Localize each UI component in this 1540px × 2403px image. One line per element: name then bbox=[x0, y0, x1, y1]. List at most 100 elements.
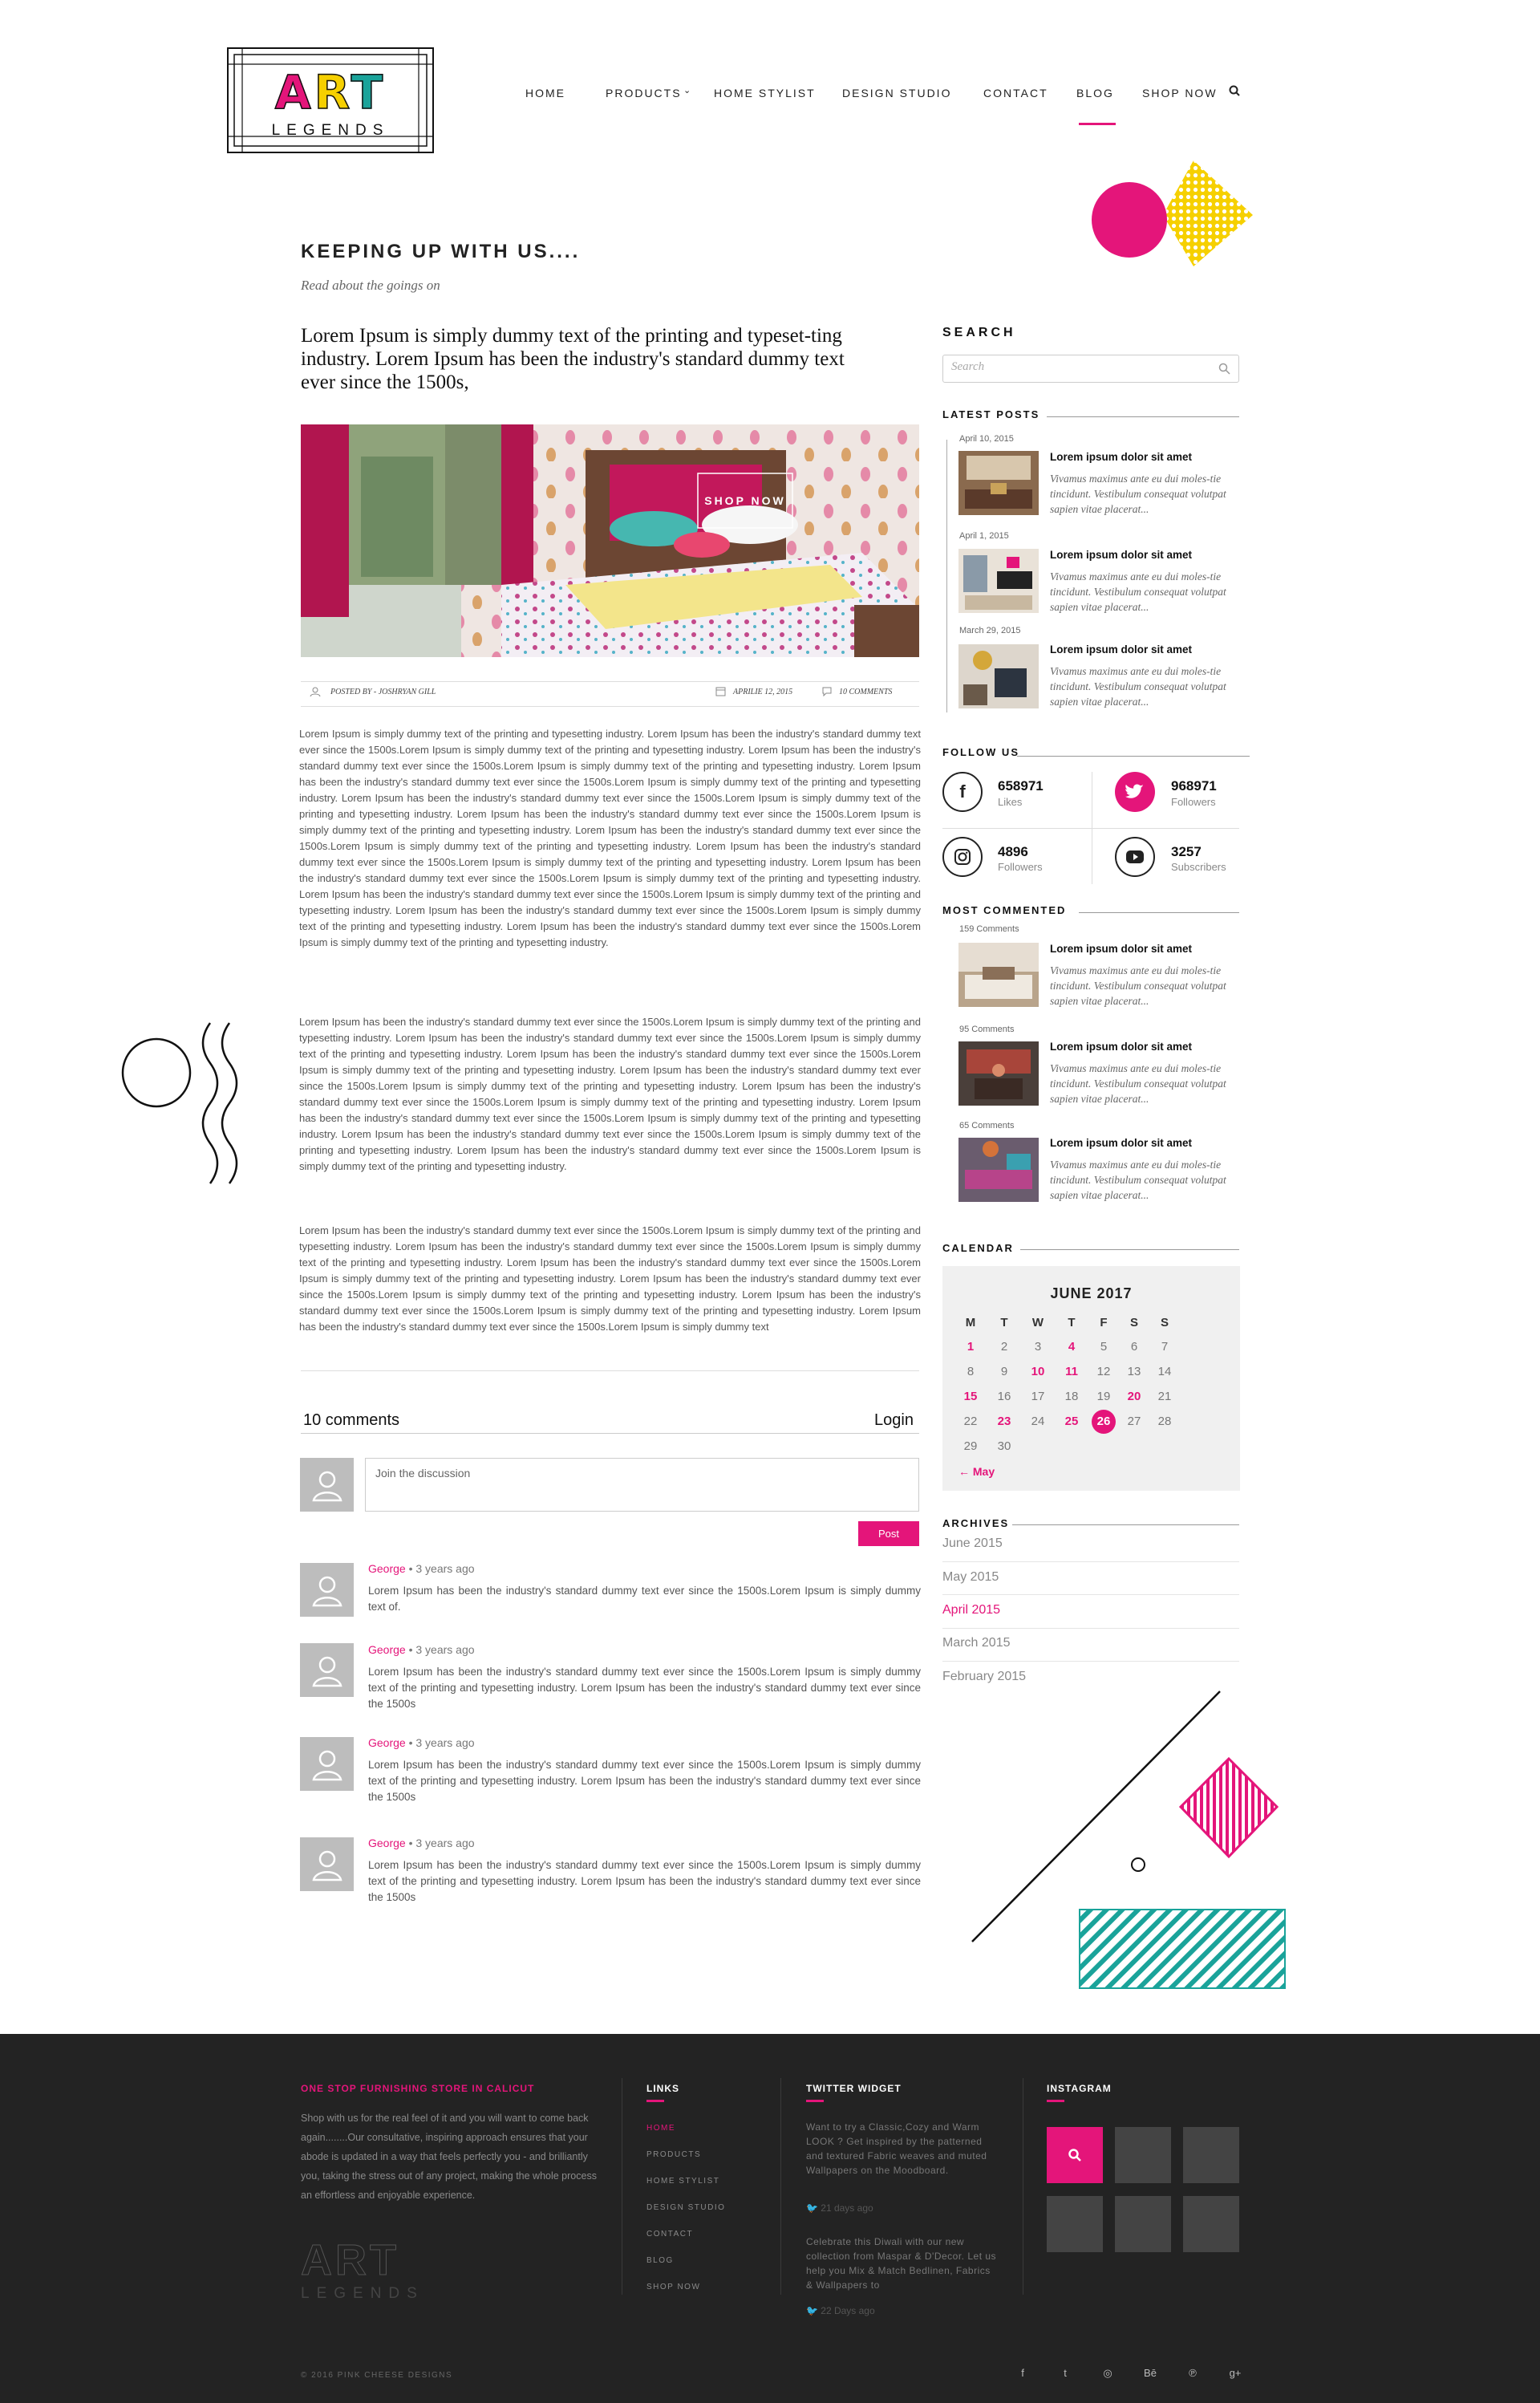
instagram-thumbnail[interactable] bbox=[1115, 2196, 1171, 2252]
instagram-thumbnail[interactable] bbox=[1047, 2196, 1103, 2252]
avatar bbox=[300, 1458, 354, 1512]
footer-link-blog[interactable]: BLOG bbox=[646, 2256, 674, 2265]
nav-products[interactable]: PRODUCTS bbox=[606, 87, 682, 99]
calendar-day[interactable]: 5 bbox=[1092, 1340, 1116, 1354]
comment-author[interactable]: George bbox=[368, 1736, 406, 1749]
meta-divider-bottom bbox=[301, 706, 919, 707]
youtube-icon[interactable] bbox=[1115, 837, 1155, 877]
calendar-day[interactable]: 2 bbox=[992, 1340, 1016, 1354]
calendar-day[interactable]: 15 bbox=[958, 1390, 983, 1403]
instagram-thumbnail[interactable] bbox=[1115, 2127, 1171, 2183]
post-thumbnail[interactable] bbox=[958, 549, 1039, 613]
post-title[interactable]: Lorem ipsum dolor sit amet bbox=[1050, 643, 1192, 656]
comment-author[interactable]: George bbox=[368, 1837, 406, 1849]
calendar-day[interactable]: 9 bbox=[992, 1365, 1016, 1378]
comment-input[interactable]: Join the discussion bbox=[365, 1458, 919, 1512]
post-thumbnail[interactable] bbox=[958, 1041, 1039, 1106]
twitter-icon[interactable]: t bbox=[1057, 2367, 1073, 2379]
twitter-icon[interactable] bbox=[1115, 772, 1155, 812]
archive-link[interactable]: March 2015 bbox=[942, 1636, 1011, 1650]
calendar-day[interactable]: 6 bbox=[1122, 1340, 1146, 1354]
nav-home[interactable]: HOME bbox=[525, 87, 565, 99]
nav-design-studio[interactable]: DESIGN STUDIO bbox=[842, 87, 951, 99]
post-title[interactable]: Lorem ipsum dolor sit amet bbox=[1050, 451, 1192, 463]
footer-link-products[interactable]: PRODUCTS bbox=[646, 2150, 701, 2159]
article-paragraph: Lorem Ipsum has been the industry's stan… bbox=[299, 1224, 921, 1333]
facebook-icon[interactable]: f bbox=[1015, 2367, 1031, 2379]
calendar-weekday: T bbox=[1068, 1316, 1076, 1329]
calendar-day[interactable]: 20 bbox=[1122, 1390, 1146, 1403]
calendar-day[interactable]: 10 bbox=[1026, 1365, 1050, 1378]
calendar-day[interactable]: 3 bbox=[1026, 1340, 1050, 1354]
pinterest-icon[interactable]: ℗ bbox=[1185, 2367, 1201, 2379]
comment-author[interactable]: George bbox=[368, 1643, 406, 1656]
instagram-thumbnail[interactable] bbox=[1183, 2127, 1239, 2183]
instagram-thumbnail[interactable] bbox=[1183, 2196, 1239, 2252]
chevron-down-icon[interactable]: ⌄ bbox=[683, 85, 691, 95]
post-title[interactable]: Lorem ipsum dolor sit amet bbox=[1050, 549, 1192, 561]
comment-author[interactable]: George bbox=[368, 1562, 406, 1575]
nav-shop-now[interactable]: SHOP NOW bbox=[1142, 87, 1218, 99]
calendar-day[interactable]: 7 bbox=[1153, 1340, 1177, 1354]
google-plus-icon[interactable]: g+ bbox=[1227, 2367, 1243, 2379]
post-thumbnail[interactable] bbox=[958, 943, 1039, 1007]
comment-meta: George • 3 years ago bbox=[368, 1837, 475, 1849]
calendar-day[interactable]: 12 bbox=[1092, 1365, 1116, 1378]
instagram-icon[interactable] bbox=[942, 837, 983, 877]
archive-link[interactable]: May 2015 bbox=[942, 1570, 999, 1585]
calendar-day[interactable]: 16 bbox=[992, 1390, 1016, 1403]
post-thumbnail[interactable] bbox=[958, 644, 1039, 708]
calendar-day[interactable]: 23 bbox=[992, 1415, 1016, 1428]
calendar-prev-month[interactable]: ← May bbox=[958, 1465, 995, 1478]
footer-link-shop-now[interactable]: SHOP NOW bbox=[646, 2283, 700, 2291]
calendar-day[interactable]: 19 bbox=[1092, 1390, 1116, 1403]
calendar-day[interactable]: 21 bbox=[1153, 1390, 1177, 1403]
post-thumbnail[interactable] bbox=[958, 451, 1039, 515]
calendar-day[interactable]: 30 bbox=[992, 1439, 1016, 1453]
calendar-day[interactable]: 29 bbox=[958, 1439, 983, 1453]
nav-blog[interactable]: BLOG bbox=[1076, 87, 1114, 99]
calendar-day[interactable]: 13 bbox=[1122, 1365, 1146, 1378]
footer-link-contact[interactable]: CONTACT bbox=[646, 2230, 693, 2239]
post-title[interactable]: Lorem ipsum dolor sit amet bbox=[1050, 943, 1192, 955]
archive-link[interactable]: February 2015 bbox=[942, 1670, 1026, 1684]
post-title[interactable]: Lorem ipsum dolor sit amet bbox=[1050, 1041, 1192, 1053]
footer-link-home-stylist[interactable]: HOME STYLIST bbox=[646, 2177, 719, 2186]
search-input[interactable]: Search bbox=[942, 355, 1239, 383]
calendar-day[interactable]: 28 bbox=[1153, 1415, 1177, 1428]
archive-link[interactable]: April 2015 bbox=[942, 1603, 1000, 1618]
calendar-day[interactable]: 22 bbox=[958, 1415, 983, 1428]
comment-time: • 3 years ago bbox=[405, 1562, 475, 1575]
calendar-day[interactable]: 24 bbox=[1026, 1415, 1050, 1428]
calendar-day[interactable]: 11 bbox=[1060, 1365, 1084, 1378]
calendar-day[interactable]: 8 bbox=[958, 1365, 983, 1378]
calendar-day[interactable]: 14 bbox=[1153, 1365, 1177, 1378]
calendar-day[interactable]: 27 bbox=[1122, 1415, 1146, 1428]
search-icon[interactable] bbox=[1218, 363, 1230, 379]
post-thumbnail[interactable] bbox=[958, 1138, 1039, 1202]
calendar-day[interactable]: 1 bbox=[958, 1340, 983, 1354]
twitter-count: 968971 bbox=[1171, 778, 1217, 794]
calendar-day[interactable]: 26 bbox=[1092, 1410, 1116, 1434]
nav-contact[interactable]: CONTACT bbox=[983, 87, 1048, 99]
behance-icon[interactable]: Bē bbox=[1142, 2367, 1158, 2379]
footer-link-design-studio[interactable]: DESIGN STUDIO bbox=[646, 2203, 725, 2212]
calendar-day[interactable]: 18 bbox=[1060, 1390, 1084, 1403]
archive-link[interactable]: June 2015 bbox=[942, 1536, 1003, 1551]
search-icon[interactable] bbox=[1229, 85, 1240, 100]
login-link[interactable]: Login bbox=[874, 1411, 914, 1430]
instagram-thumbnail[interactable] bbox=[1047, 2127, 1103, 2183]
calendar-day[interactable]: 17 bbox=[1026, 1390, 1050, 1403]
calendar-day[interactable]: 4 bbox=[1060, 1340, 1084, 1354]
footer-link-home[interactable]: HOME bbox=[646, 2124, 675, 2133]
dribbble-icon[interactable]: ◎ bbox=[1100, 2367, 1116, 2380]
post-comment-button[interactable]: Post bbox=[858, 1521, 919, 1546]
footer-logo[interactable]: ART LEGENDS bbox=[301, 2239, 424, 2303]
calendar-day[interactable]: 25 bbox=[1060, 1415, 1084, 1428]
brand-logo[interactable]: ART LEGENDS bbox=[226, 47, 435, 154]
post-title[interactable]: Lorem ipsum dolor sit amet bbox=[1050, 1137, 1192, 1149]
post-comments-count[interactable]: 10 COMMENTS bbox=[839, 688, 892, 696]
hero-shop-now-button[interactable]: SHOP NOW bbox=[698, 473, 792, 528]
nav-home-stylist[interactable]: HOME STYLIST bbox=[714, 87, 816, 99]
facebook-icon[interactable]: f bbox=[942, 772, 983, 812]
